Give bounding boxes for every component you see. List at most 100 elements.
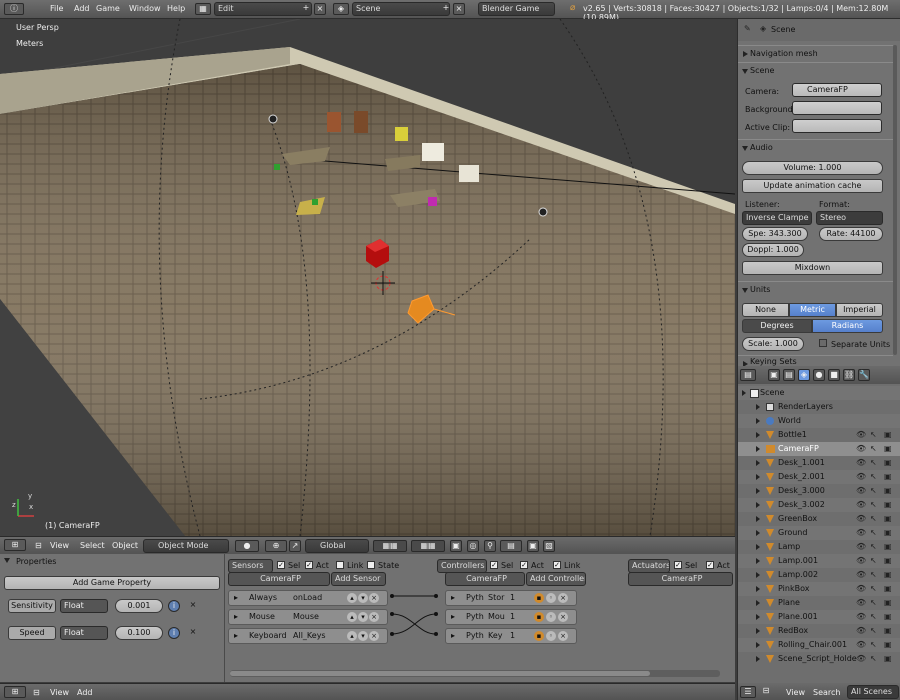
cursor-icon[interactable]: ↖ [870, 542, 878, 551]
props-scrollbar[interactable] [893, 45, 897, 355]
display-mode-select[interactable]: All Scenes [847, 685, 899, 699]
actuators-act-checkbox[interactable]: ✓ [706, 561, 714, 569]
expand-arrow-icon[interactable] [756, 488, 760, 494]
outliner-editor-type-icon[interactable]: ☰ [740, 686, 756, 698]
units-panel-header[interactable]: Units [738, 281, 893, 297]
controllers-sel-checkbox[interactable]: ✓ [490, 561, 498, 569]
eye-icon[interactable]: 👁 [856, 598, 866, 607]
mode-select[interactable]: Object Mode [143, 539, 229, 553]
screen-layout-icon[interactable]: ▦ [195, 3, 211, 15]
remove-icon[interactable]: × [369, 593, 379, 603]
shading-select-icon[interactable]: ● [235, 540, 259, 552]
up-arrow-icon[interactable]: ▴ [347, 612, 357, 622]
unit-metric-button[interactable]: Metric [789, 303, 836, 317]
expand-arrow-icon[interactable]: ▸ [451, 610, 455, 624]
sensors-sel-checkbox[interactable]: ✓ [277, 561, 285, 569]
update-animation-cache-button[interactable]: Update animation cache [742, 179, 883, 193]
sensors-filter-select[interactable]: Sensors [228, 559, 273, 573]
snap-icon[interactable]: ⚲ [484, 540, 496, 552]
outliner-row[interactable]: GreenBox 👁 ↖ ▣ [738, 512, 900, 526]
world-tab-icon[interactable]: ● [813, 369, 825, 381]
camera-restrict-icon[interactable]: ▣ [884, 486, 892, 495]
viewport-options-icon[interactable]: ⊟ [35, 541, 42, 550]
eye-icon[interactable]: 👁 [856, 556, 866, 565]
outliner-row[interactable]: RedBox 👁 ↖ ▣ [738, 624, 900, 638]
outliner-row[interactable]: Lamp.001 👁 ↖ ▣ [738, 554, 900, 568]
add-screen-icon[interactable]: + [300, 3, 312, 15]
cursor-icon[interactable]: ↖ [870, 444, 878, 453]
up-arrow-icon[interactable]: ▴ [347, 593, 357, 603]
camera-restrict-icon[interactable]: ▣ [884, 514, 892, 523]
render-tab-icon[interactable]: ▣ [768, 369, 780, 381]
eye-icon[interactable]: 👁 [856, 514, 866, 523]
object-tab-icon[interactable]: ■ [828, 369, 840, 381]
expand-arrow-icon[interactable]: ▸ [234, 610, 238, 624]
props-editor-type-icon[interactable]: ▤ [740, 369, 756, 381]
camera-restrict-icon[interactable]: ▣ [884, 570, 892, 579]
outliner-row[interactable]: PinkBox 👁 ↖ ▣ [738, 582, 900, 596]
eye-icon[interactable]: 👁 [856, 626, 866, 635]
lock-icon[interactable]: ▪ [534, 612, 544, 622]
eye-icon[interactable]: 👁 [856, 584, 866, 593]
eye-icon[interactable]: 👁 [856, 654, 866, 663]
add-sensor-select[interactable]: Add Sensor [331, 572, 386, 586]
sensor-brick[interactable]: ▸ Always onLoad ▴ ▾ × [228, 590, 388, 606]
actuators-filter-select[interactable]: Actuators [628, 559, 670, 573]
menu-game[interactable]: Game [96, 4, 120, 13]
sensors-state-checkbox[interactable] [367, 561, 375, 569]
remove-icon[interactable]: × [558, 593, 568, 603]
controller-brick[interactable]: ▸ Pyth Key 1 ▪ ◦ × [445, 628, 577, 644]
separate-units-checkbox[interactable] [819, 339, 827, 347]
proportional-edit-icon[interactable]: ◎ [467, 540, 479, 552]
snap-element-icon[interactable]: ▤ [500, 540, 522, 552]
state-icon[interactable]: ◦ [546, 631, 556, 641]
manipulator-icon[interactable]: ↗ [289, 540, 301, 552]
camera-restrict-icon[interactable]: ▣ [884, 458, 892, 467]
logic-menu-view[interactable]: View [50, 688, 69, 697]
property-value-field[interactable]: 0.001 [115, 599, 163, 613]
expand-arrow-icon[interactable]: ▸ [451, 629, 455, 643]
debug-property-icon[interactable]: i [168, 600, 180, 612]
remove-icon[interactable]: × [369, 631, 379, 641]
expand-arrow-icon[interactable] [756, 544, 760, 550]
logic-options-icon[interactable]: ⊟ [33, 688, 40, 697]
vp-menu-select[interactable]: Select [80, 541, 105, 550]
logic-menu-add[interactable]: Add [77, 688, 93, 697]
doppler-field[interactable]: Doppl: 1.000 [742, 243, 804, 257]
eye-icon[interactable]: 👁 [856, 486, 866, 495]
camera-restrict-icon[interactable]: ▣ [884, 472, 892, 481]
camera-restrict-icon[interactable]: ▣ [884, 542, 892, 551]
outliner-row[interactable]: World [738, 414, 900, 428]
eye-icon[interactable]: 👁 [856, 472, 866, 481]
render-engine-select[interactable]: Blender Game [478, 2, 555, 16]
cursor-icon[interactable]: ↖ [870, 458, 878, 467]
outliner-row[interactable]: Desk_2.001 👁 ↖ ▣ [738, 470, 900, 484]
remove-property-icon[interactable]: × [187, 600, 199, 612]
expand-arrow-icon[interactable] [756, 474, 760, 480]
remove-icon[interactable]: × [369, 612, 379, 622]
constraints-tab-icon[interactable]: ⛓ [843, 369, 855, 381]
mixdown-button[interactable]: Mixdown [742, 261, 883, 275]
property-type-select[interactable]: Float [60, 599, 108, 613]
camera-restrict-icon[interactable]: ▣ [884, 584, 892, 593]
outliner-row[interactable]: Plane 👁 ↖ ▣ [738, 596, 900, 610]
menu-add[interactable]: Add [74, 4, 90, 13]
render-preview-icon[interactable]: ▣ [527, 540, 539, 552]
delete-scene-icon[interactable]: × [453, 3, 465, 15]
scene-panel-header[interactable]: Scene [738, 62, 893, 78]
sample-rate-field[interactable]: Rate: 44100 [819, 227, 883, 241]
expand-arrow-icon[interactable]: ▸ [234, 629, 238, 643]
camera-restrict-icon[interactable]: ▣ [884, 654, 892, 663]
scene-icon[interactable]: ◈ [333, 3, 349, 15]
expand-arrow-icon[interactable] [756, 600, 760, 606]
expand-arrow-icon[interactable] [756, 530, 760, 536]
delete-screen-icon[interactable]: × [314, 3, 326, 15]
camera-field[interactable]: CameraFP [792, 83, 882, 97]
expand-arrow-icon[interactable] [756, 656, 760, 662]
properties-collapse-icon[interactable] [4, 558, 10, 563]
cursor-icon[interactable]: ↖ [870, 570, 878, 579]
outliner-options-icon[interactable]: ⊟ [760, 686, 772, 698]
format-select[interactable]: Stereo [816, 211, 883, 225]
listener-select[interactable]: Inverse Clampe [742, 211, 812, 225]
outliner-row[interactable]: Desk_3.000 👁 ↖ ▣ [738, 484, 900, 498]
